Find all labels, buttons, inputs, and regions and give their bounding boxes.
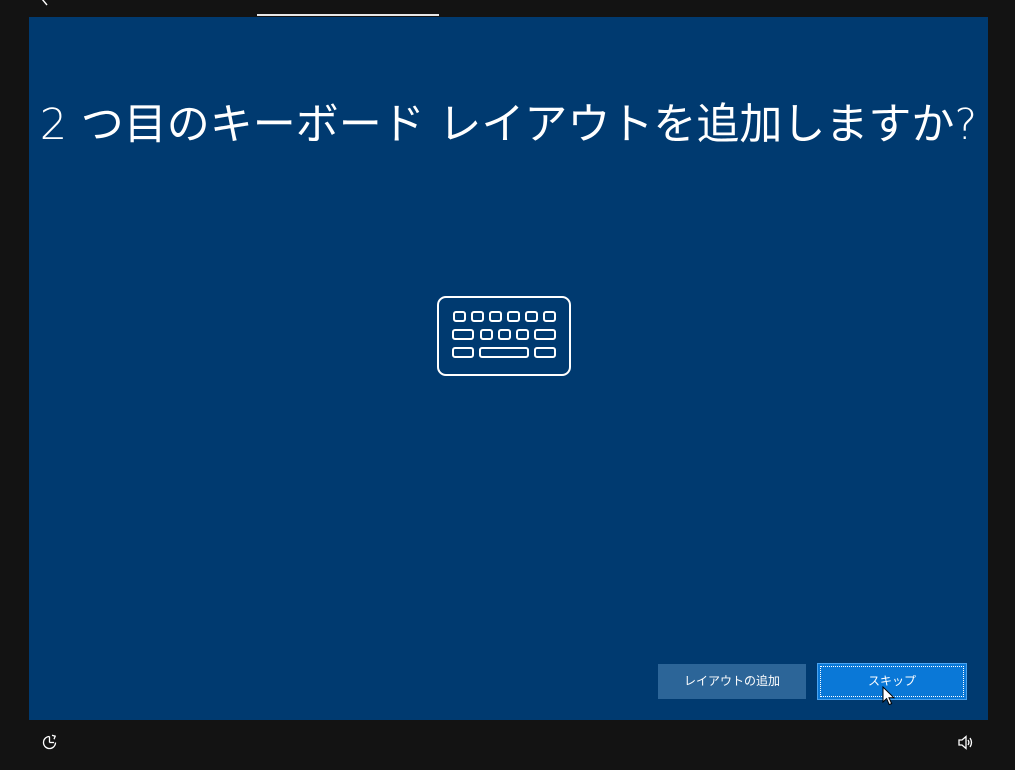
active-tab-indicator: [257, 14, 439, 16]
top-bar: [0, 0, 1015, 17]
chevron-left-icon[interactable]: [38, 0, 52, 6]
page-title: 2 つ目のキーボード レイアウトを追加しますか?: [39, 100, 978, 150]
ease-of-access-icon[interactable]: [41, 734, 58, 751]
setup-panel: 2 つ目のキーボード レイアウトを追加しますか? レイアウトの追加 スキップ: [29, 17, 988, 720]
add-layout-button[interactable]: レイアウトの追加: [658, 664, 806, 699]
mouse-cursor-icon: [882, 686, 895, 706]
volume-icon[interactable]: [957, 734, 974, 751]
bottom-bar: [0, 720, 1015, 770]
keyboard-icon: [437, 296, 571, 376]
